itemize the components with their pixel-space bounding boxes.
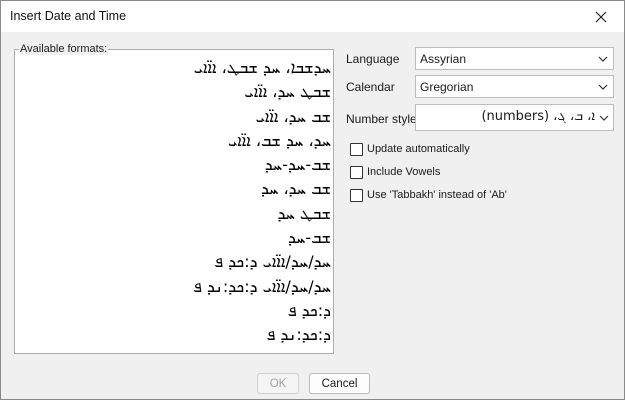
calendar-value: Gregorian bbox=[420, 80, 474, 94]
number-style-label: Number style bbox=[346, 112, 417, 126]
close-icon bbox=[595, 11, 607, 22]
format-item[interactable]: ܫܒ ܚܕ، ܚܕ bbox=[193, 177, 331, 201]
format-item[interactable]: ܚܕ/ܚܕ/ܐܐ̈ܐܝ ܕ:ܟܕ:ܢܕ ܦ bbox=[193, 275, 331, 299]
update-automatically-checkbox[interactable] bbox=[350, 142, 363, 156]
chevron-down-icon bbox=[598, 84, 608, 90]
use-tabbakh-option[interactable]: Use 'Tabbakh' instead of 'Ab' bbox=[350, 187, 507, 203]
format-item[interactable]: ܚܕ/ܚܕ/ܐܐ̈ܐܝ ܕ:ܟܕ ܦ bbox=[193, 250, 331, 274]
language-select[interactable]: Assyrian bbox=[415, 47, 614, 70]
language-value: Assyrian bbox=[420, 52, 467, 66]
format-item[interactable]: ܚܕܫܒܐ، ܚܕ ܫܒܛ، ܐܐ̈ܐܝ bbox=[193, 56, 331, 80]
calendar-label: Calendar bbox=[346, 80, 395, 94]
include-vowels-label: Include Vowels bbox=[367, 166, 441, 178]
chevron-down-icon bbox=[598, 56, 608, 62]
format-item[interactable]: ܚܕ، ܚܕ ܫܒ، ܐܐ̈ܐܝ bbox=[193, 129, 331, 153]
use-tabbakh-checkbox[interactable] bbox=[350, 188, 363, 202]
include-vowels-checkbox[interactable] bbox=[350, 165, 363, 179]
close-button[interactable] bbox=[578, 1, 624, 32]
format-item[interactable]: ܫܒ-ܚܕ-ܚܕ bbox=[193, 153, 331, 177]
language-label: Language bbox=[346, 52, 400, 66]
format-item[interactable]: ܫܒܛ ܚܕ، ܐܐ̈ܐܝ bbox=[193, 80, 331, 104]
format-item[interactable]: ܫܒܛ ܚܕ bbox=[193, 202, 331, 226]
update-automatically-option[interactable]: Update automatically bbox=[350, 141, 470, 157]
update-automatically-label: Update automatically bbox=[367, 143, 470, 155]
use-tabbakh-label: Use 'Tabbakh' instead of 'Ab' bbox=[367, 189, 507, 201]
calendar-select[interactable]: Gregorian bbox=[415, 75, 614, 98]
available-formats-label: Available formats: bbox=[19, 43, 109, 55]
available-formats-list[interactable]: ܚܕܫܒܐ، ܚܕ ܫܒܛ، ܐܐ̈ܐܝ ܫܒܛ ܚܕ، ܐܐ̈ܐܝ ܫܒ ܚܕ… bbox=[14, 49, 334, 354]
number-style-value: ܐ، ܒ، ܓ، (numbers) bbox=[481, 109, 595, 124]
insert-date-time-dialog: Insert Date and Time Available formats: … bbox=[0, 0, 625, 400]
include-vowels-option[interactable]: Include Vowels bbox=[350, 164, 440, 180]
ok-button[interactable]: OK bbox=[257, 373, 299, 394]
format-item[interactable]: ܫܒ-ܚܕ bbox=[193, 226, 331, 250]
format-item[interactable]: ܕ:ܟܕ:ܢܕ ܦ bbox=[193, 323, 331, 347]
number-style-select[interactable]: ܐ، ܒ، ܓ، (numbers) bbox=[415, 104, 614, 131]
formats-items: ܚܕܫܒܐ، ܚܕ ܫܒܛ، ܐܐ̈ܐܝ ܫܒܛ ܚܕ، ܐܐ̈ܐܝ ܫܒ ܚܕ… bbox=[193, 56, 331, 348]
format-item[interactable]: ܫܒ ܚܕ، ܐܐ̈ܐܝ bbox=[193, 105, 331, 129]
dialog-title: Insert Date and Time bbox=[10, 9, 127, 23]
chevron-down-icon bbox=[599, 115, 609, 121]
format-item[interactable]: ܕ:ܟܕ ܦ bbox=[193, 299, 331, 323]
title-bar: Insert Date and Time bbox=[1, 1, 624, 32]
cancel-button[interactable]: Cancel bbox=[309, 373, 370, 394]
